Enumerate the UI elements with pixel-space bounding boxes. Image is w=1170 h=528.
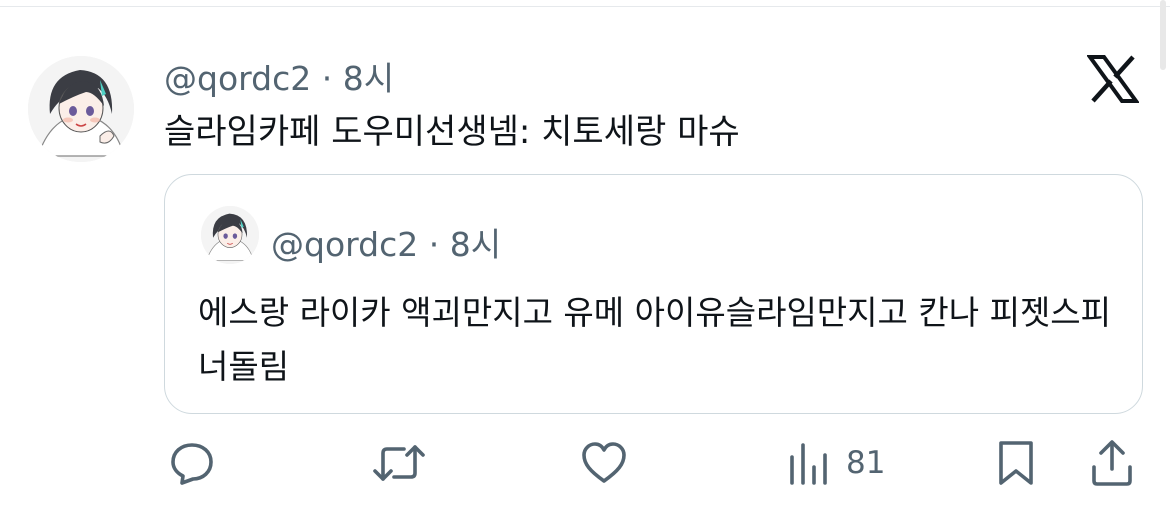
quoted-separator: ·	[428, 225, 440, 264]
handle[interactable]: @qordc2	[164, 59, 311, 98]
quoted-tweet-header: @qordc2 · 8시	[271, 218, 501, 266]
quoted-timestamp[interactable]: 8시	[450, 225, 501, 264]
avatar[interactable]	[28, 56, 134, 162]
retweet-icon	[373, 445, 425, 481]
views-count: 81	[846, 445, 886, 481]
quoted-tweet-text: 에스랑 라이카 액괴만지고 유메 아이유슬라임만지고 칸나 피젯스피너돌림	[198, 293, 1112, 386]
bookmark-button[interactable]	[996, 436, 1036, 490]
tweet-text: 슬라임카페 도우미선생넴: 치토세랑 마슈	[164, 112, 740, 152]
views-icon	[790, 443, 827, 485]
avatar-illustration	[28, 56, 134, 162]
bookmark-icon	[999, 441, 1033, 485]
reply-icon	[171, 443, 213, 485]
quoted-avatar-illustration	[201, 206, 259, 264]
x-logo-icon	[1086, 55, 1140, 103]
share-button[interactable]	[1090, 436, 1134, 490]
timestamp[interactable]: 8시	[343, 59, 394, 98]
quoted-handle[interactable]: @qordc2	[271, 225, 418, 264]
top-divider	[0, 6, 1170, 7]
heart-icon	[582, 442, 626, 483]
retweet-button[interactable]	[372, 436, 426, 490]
reply-button[interactable]	[168, 436, 216, 490]
like-button[interactable]	[580, 436, 628, 490]
share-icon	[1092, 440, 1132, 486]
views-button[interactable]: 81	[788, 436, 885, 490]
quoted-avatar[interactable]	[201, 206, 259, 264]
tweet-header: @qordc2 · 8시	[164, 52, 394, 100]
scrollbar[interactable]	[1160, 0, 1166, 70]
separator: ·	[321, 59, 333, 98]
